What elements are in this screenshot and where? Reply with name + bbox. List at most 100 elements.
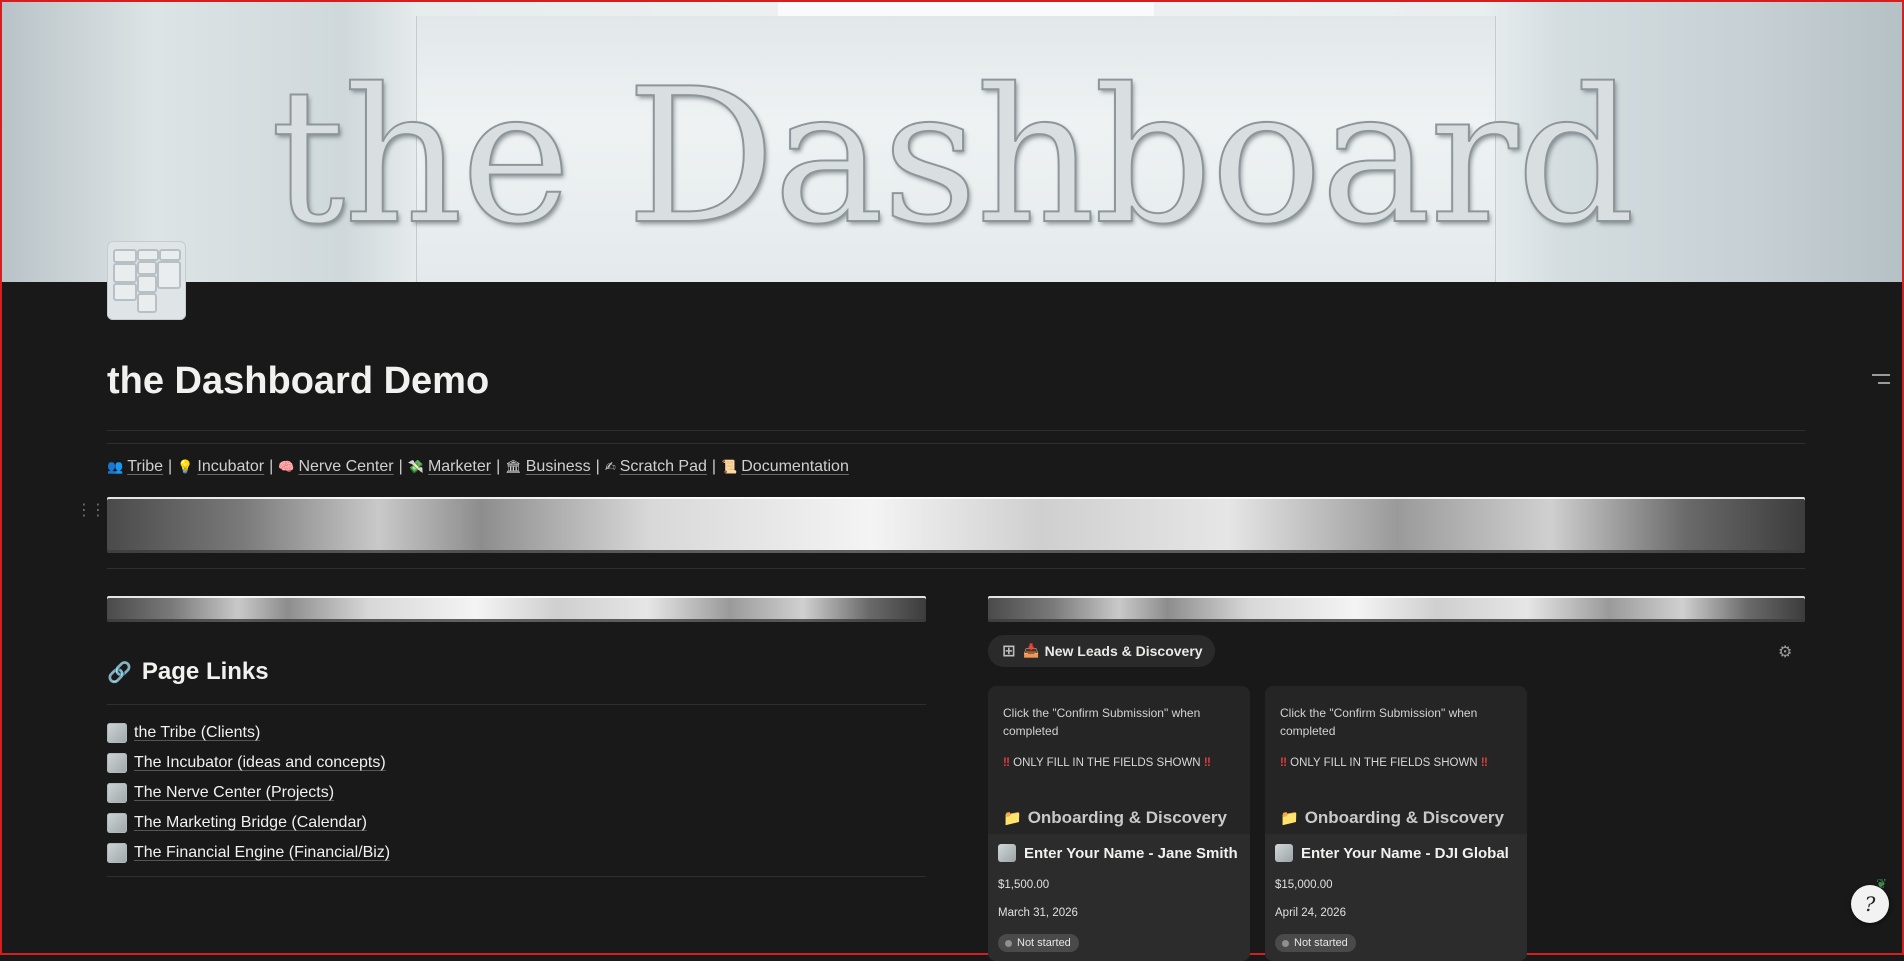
card-note: Click the "Confirm Submission" when comp… bbox=[1003, 706, 1201, 738]
chrome-banner bbox=[107, 497, 1805, 553]
bank-icon: 🏛 bbox=[505, 459, 522, 474]
page-link-label: The Nerve Center (Projects) bbox=[134, 784, 335, 801]
toc-toggle-icon[interactable] bbox=[1872, 374, 1890, 390]
lightbulb-icon: 💡 bbox=[177, 459, 194, 474]
inbox-tray-icon: 📥 bbox=[1023, 643, 1040, 658]
folder-icon: 📁 bbox=[1003, 810, 1022, 827]
card-record[interactable]: Enter Your Name - DJI Global $15,000.00 … bbox=[1265, 834, 1527, 961]
folder-icon: 📁 bbox=[1280, 810, 1299, 827]
icon-block bbox=[113, 283, 137, 301]
page-icon[interactable] bbox=[107, 241, 186, 320]
page-links-heading: 🔗 Page Links bbox=[107, 658, 269, 686]
card-record[interactable]: Enter Your Name - Jane Smith $1,500.00 M… bbox=[988, 834, 1250, 961]
divider bbox=[107, 876, 926, 877]
drag-handle-icon[interactable]: ⋮⋮ bbox=[76, 500, 106, 520]
card-amount: $15,000.00 bbox=[1275, 879, 1333, 891]
page-thumbnail-icon bbox=[1275, 844, 1293, 862]
nav-link-scratch-pad[interactable]: Scratch Pad bbox=[620, 458, 707, 476]
nav-links: 👥 Tribe | 💡 Incubator | 🧠 Nerve Center |… bbox=[107, 458, 849, 476]
nav-separator: | bbox=[496, 458, 501, 475]
page-thumbnail-icon bbox=[107, 723, 127, 743]
people-icon: 👥 bbox=[107, 459, 124, 474]
status-label: Not started bbox=[1294, 937, 1348, 949]
page-thumbnail-icon bbox=[107, 753, 127, 773]
card-warning-text: ONLY FILL IN THE FIELDS SHOWN bbox=[1290, 757, 1478, 769]
card-warning: ‼ ONLY FILL IN THE FIELDS SHOWN ‼ bbox=[1003, 757, 1211, 769]
card-date: March 31, 2026 bbox=[998, 907, 1078, 919]
link-icon: 🔗 bbox=[107, 661, 132, 684]
card-title[interactable]: Enter Your Name - Jane Smith bbox=[998, 844, 1238, 862]
gallery-view-icon: ⊞ bbox=[1002, 643, 1016, 660]
cover-title: the Dashboard bbox=[270, 48, 1637, 265]
icon-block bbox=[113, 249, 137, 263]
money-icon: 💸 bbox=[407, 459, 424, 474]
page-thumbnail-icon bbox=[107, 783, 127, 803]
page-link-marketing-bridge[interactable]: The Marketing Bridge (Calendar) bbox=[107, 808, 390, 838]
warning-mark-icon: ‼ bbox=[1203, 757, 1211, 769]
card-warning: ‼ ONLY FILL IN THE FIELDS SHOWN ‼ bbox=[1280, 757, 1488, 769]
card-amount: $1,500.00 bbox=[998, 879, 1050, 891]
page-thumbnail-icon bbox=[107, 843, 127, 863]
card-warning-text: ONLY FILL IN THE FIELDS SHOWN bbox=[1013, 757, 1201, 769]
status-badge[interactable]: Not started bbox=[1275, 934, 1356, 952]
card-group: 📁 Onboarding & Discovery bbox=[1280, 808, 1504, 828]
page-thumbnail-icon bbox=[107, 813, 127, 833]
chrome-banner-right bbox=[988, 596, 1805, 622]
icon-block bbox=[137, 275, 157, 293]
divider bbox=[107, 430, 1805, 431]
board-card[interactable]: Click the "Confirm Submission" when comp… bbox=[988, 686, 1250, 961]
icon-block bbox=[159, 249, 181, 261]
nav-separator: | bbox=[398, 458, 403, 475]
view-tab-label: New Leads & Discovery bbox=[1044, 643, 1203, 659]
nav-separator: | bbox=[269, 458, 274, 475]
divider bbox=[107, 443, 1805, 444]
brain-icon: 🧠 bbox=[278, 459, 295, 474]
view-tab-new-leads[interactable]: ⊞ 📥 New Leads & Discovery bbox=[988, 635, 1215, 667]
card-group-label: Onboarding & Discovery bbox=[1027, 808, 1228, 827]
help-button[interactable]: ❦ ? bbox=[1851, 877, 1889, 923]
page-link-tribe[interactable]: the Tribe (Clients) bbox=[107, 718, 390, 748]
page-link-label: The Marketing Bridge (Calendar) bbox=[134, 814, 367, 831]
nav-link-business[interactable]: Business bbox=[526, 458, 591, 476]
page-links-title: Page Links bbox=[141, 658, 269, 685]
view-settings-icon[interactable]: ⚙ bbox=[1778, 642, 1792, 662]
status-badge[interactable]: Not started bbox=[998, 934, 1079, 952]
divider bbox=[107, 568, 1805, 569]
card-date: April 24, 2026 bbox=[1275, 907, 1346, 919]
nav-separator: | bbox=[711, 458, 717, 475]
divider bbox=[107, 704, 926, 705]
page-title: the Dashboard Demo bbox=[107, 360, 490, 402]
card-group-label: Onboarding & Discovery bbox=[1304, 808, 1505, 827]
icon-block bbox=[137, 293, 157, 313]
cover-image: the Dashboard bbox=[2, 2, 1902, 282]
page-link-incubator[interactable]: The Incubator (ideas and concepts) bbox=[107, 748, 390, 778]
nav-separator: | bbox=[595, 458, 600, 475]
status-dot-icon bbox=[1005, 939, 1012, 947]
nav-link-tribe[interactable]: Tribe bbox=[127, 458, 163, 476]
card-title-text: Enter Your Name - Jane Smith bbox=[1024, 844, 1238, 862]
leaf-icon: ❦ bbox=[1876, 877, 1887, 892]
icon-block bbox=[157, 261, 181, 289]
writing-hand-icon: ✍ bbox=[604, 459, 616, 474]
help-icon: ? bbox=[1864, 892, 1876, 916]
card-title[interactable]: Enter Your Name - DJI Global bbox=[1275, 844, 1509, 862]
page-link-financial-engine[interactable]: The Financial Engine (Financial/Biz) bbox=[107, 838, 390, 868]
page-thumbnail-icon bbox=[998, 844, 1016, 862]
card-title-text: Enter Your Name - DJI Global bbox=[1301, 844, 1509, 862]
page-links-list: the Tribe (Clients) The Incubator (ideas… bbox=[107, 718, 390, 868]
nav-link-marketer[interactable]: Marketer bbox=[428, 458, 491, 476]
icon-block bbox=[113, 263, 137, 283]
card-group: 📁 Onboarding & Discovery bbox=[1003, 808, 1227, 828]
page-link-label: The Incubator (ideas and concepts) bbox=[134, 754, 386, 771]
board-card[interactable]: Click the "Confirm Submission" when comp… bbox=[1265, 686, 1527, 961]
card-note: Click the "Confirm Submission" when comp… bbox=[1280, 706, 1478, 738]
nav-link-documentation[interactable]: Documentation bbox=[741, 458, 849, 476]
page-link-nerve-center[interactable]: The Nerve Center (Projects) bbox=[107, 778, 390, 808]
warning-mark-icon: ‼ bbox=[1003, 757, 1010, 769]
page-link-label: the Tribe (Clients) bbox=[134, 724, 261, 741]
status-dot-icon bbox=[1282, 939, 1289, 947]
nav-link-incubator[interactable]: Incubator bbox=[197, 458, 264, 476]
nav-link-nerve-center[interactable]: Nerve Center bbox=[298, 458, 393, 476]
scroll-icon: 📜 bbox=[721, 459, 738, 474]
chrome-banner-left bbox=[107, 596, 926, 622]
